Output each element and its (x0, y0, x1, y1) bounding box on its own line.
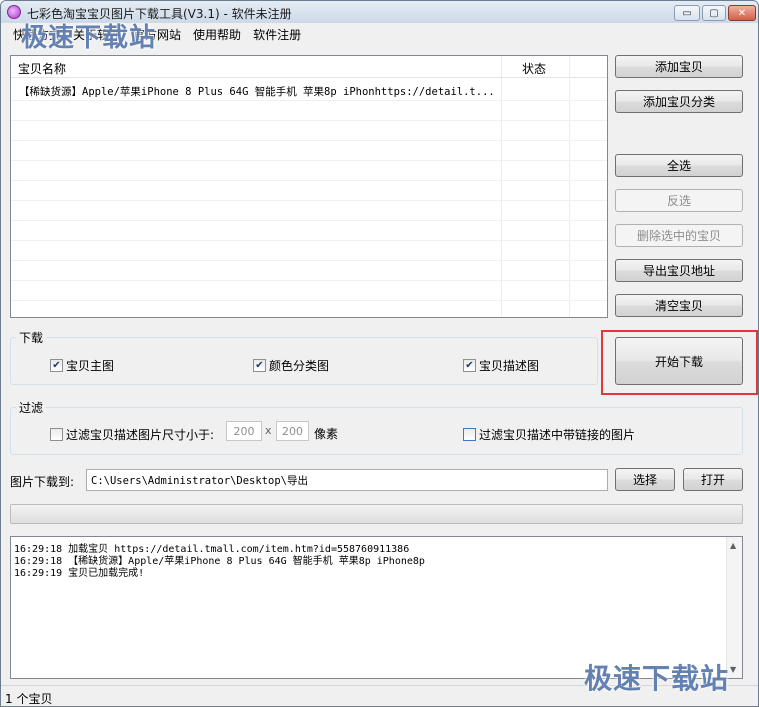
option-main-images[interactable]: ✔ 宝贝主图 (50, 357, 114, 374)
menu-shortcuts[interactable]: 快速方式 (7, 23, 67, 43)
close-icon: ✕ (737, 7, 747, 19)
row-divider (11, 140, 607, 141)
row-divider (11, 200, 607, 201)
row-divider (11, 100, 607, 101)
option-label: 过滤宝贝描述中带链接的图片 (479, 428, 636, 442)
option-label: 宝贝主图 (66, 359, 115, 373)
row-divider (11, 160, 607, 161)
row-divider (11, 240, 607, 241)
invert-selection-button[interactable]: 反选 (615, 189, 743, 212)
minimize-icon: ▭ (682, 7, 692, 19)
filter-group-label: 过滤 (16, 399, 47, 416)
highlight-frame (601, 330, 758, 395)
min-width-input[interactable]: 200 (226, 421, 262, 441)
times-sign: x (265, 424, 272, 437)
option-label: 宝贝描述图 (479, 359, 540, 373)
save-path-input[interactable]: C:\Users\Administrator\Desktop\导出 (86, 469, 608, 491)
row-divider (11, 280, 607, 281)
option-color-images[interactable]: ✔ 颜色分类图 (253, 357, 329, 374)
size-filter-option[interactable]: 过滤宝贝描述图片尺寸小于: (50, 426, 214, 443)
maximize-icon: ▢ (709, 7, 719, 19)
export-urls-button[interactable]: 导出宝贝地址 (615, 259, 743, 282)
checkbox-checked-icon[interactable]: ✔ (253, 359, 266, 372)
scroll-down-icon[interactable]: ▼ (730, 665, 736, 674)
checkbox-unchecked-icon[interactable] (463, 428, 476, 441)
column-divider (569, 56, 570, 317)
select-all-button[interactable]: 全选 (615, 154, 743, 177)
item-list[interactable]: 宝贝名称 状态 【稀缺货源】Apple/苹果iPhone 8 Plus 64G … (10, 55, 608, 318)
maximize-button[interactable]: ▢ (702, 5, 726, 21)
menu-bar: 快速方式 关于软件 官方网站 使用帮助 软件注册 (1, 23, 758, 43)
app-logo-icon (7, 5, 21, 19)
scroll-up-icon[interactable]: ▲ (730, 541, 736, 550)
menu-website[interactable]: 官方网站 (127, 23, 187, 43)
download-progress-bar (10, 504, 743, 524)
choose-folder-button[interactable]: 选择 (615, 468, 675, 491)
log-line: 16:29:19 宝贝已加载完成! (14, 568, 145, 579)
item-name-cell: 【稀缺货源】Apple/苹果iPhone 8 Plus 64G 智能手机 苹果8… (19, 86, 495, 98)
download-group-label: 下载 (16, 329, 47, 346)
log-scrollbar[interactable]: ▲ ▼ (726, 537, 742, 678)
column-header-name[interactable]: 宝贝名称 (18, 60, 66, 77)
row-divider (11, 220, 607, 221)
clear-items-button[interactable]: 清空宝贝 (615, 294, 743, 317)
min-height-input[interactable]: 200 (276, 421, 309, 441)
link-filter-option[interactable]: 过滤宝贝描述中带链接的图片 (463, 426, 635, 443)
checkbox-checked-icon[interactable]: ✔ (463, 359, 476, 372)
unit-label: 像素 (314, 427, 339, 441)
title-bar[interactable]: 七彩色淘宝宝贝图片下载工具(V3.1) - 软件未注册 ▭ ▢ ✕ (1, 1, 758, 23)
checkbox-unchecked-icon[interactable] (50, 428, 63, 441)
window-title: 七彩色淘宝宝贝图片下载工具(V3.1) - 软件未注册 (27, 7, 292, 21)
open-folder-button[interactable]: 打开 (683, 468, 743, 491)
minimize-button[interactable]: ▭ (674, 5, 700, 21)
column-header-status[interactable]: 状态 (522, 60, 546, 77)
option-label: 过滤宝贝描述图片尺寸小于: (66, 428, 215, 442)
item-count: 1 个宝贝 (5, 692, 53, 706)
menu-register[interactable]: 软件注册 (247, 23, 307, 43)
row-divider (11, 260, 607, 261)
save-path-label: 图片下载到: (10, 475, 75, 489)
menu-help[interactable]: 使用帮助 (187, 23, 247, 43)
add-category-button[interactable]: 添加宝贝分类 (615, 90, 743, 113)
close-button[interactable]: ✕ (728, 5, 756, 21)
status-bar: 1 个宝贝 (1, 685, 758, 706)
menu-about[interactable]: 关于软件 (67, 23, 127, 43)
row-divider (11, 120, 607, 121)
option-label: 颜色分类图 (269, 359, 330, 373)
list-header: 宝贝名称 状态 (11, 56, 607, 78)
option-description-images[interactable]: ✔ 宝贝描述图 (463, 357, 539, 374)
add-item-button[interactable]: 添加宝贝 (615, 55, 743, 78)
delete-selected-button[interactable]: 删除选中的宝贝 (615, 224, 743, 247)
checkbox-checked-icon[interactable]: ✔ (50, 359, 63, 372)
log-panel[interactable]: 16:29:18 加载宝贝 https://detail.tmall.com/i… (10, 536, 743, 679)
row-divider (11, 180, 607, 181)
app-window: 七彩色淘宝宝贝图片下载工具(V3.1) - 软件未注册 ▭ ▢ ✕ 快速方式 关… (0, 0, 759, 707)
table-row[interactable]: 【稀缺货源】Apple/苹果iPhone 8 Plus 64G 智能手机 苹果8… (19, 84, 504, 99)
row-divider (11, 300, 607, 301)
